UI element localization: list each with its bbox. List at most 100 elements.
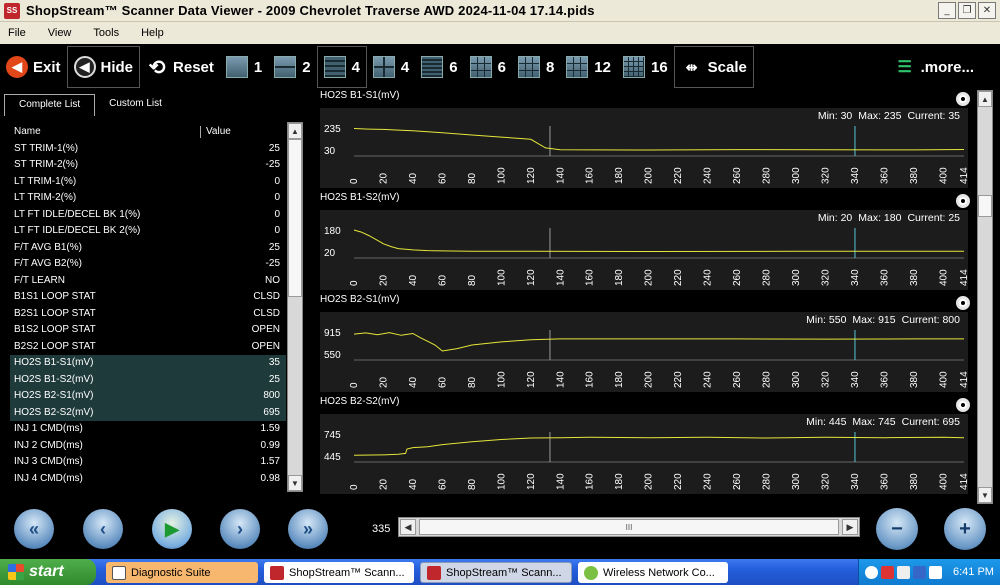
graph-options-icon[interactable] bbox=[956, 92, 970, 106]
x-tick-label: 140 bbox=[555, 473, 566, 490]
graph-scrollbar[interactable]: ▲ ▼ bbox=[977, 90, 993, 504]
menu-tools[interactable]: Tools bbox=[93, 27, 119, 39]
graph-panel[interactable]: HO2S B1-S2(mV) Min: 20 Max: 180 Current: 25… bbox=[310, 192, 975, 292]
pid-row[interactable]: HO2S B2-S2(mV) 695 bbox=[10, 404, 286, 421]
maximize-button[interactable]: ❐ bbox=[958, 2, 976, 19]
x-tick-label: 240 bbox=[703, 473, 714, 490]
pid-row[interactable]: B2S2 LOOP STAT OPEN bbox=[10, 338, 286, 355]
graph-scroll-down-arrow-icon[interactable]: ▼ bbox=[978, 487, 992, 503]
layout-2-button[interactable]: 2 bbox=[268, 46, 316, 88]
pid-row[interactable]: LT TRIM-2(%) 0 bbox=[10, 190, 286, 207]
tray-shield-icon[interactable] bbox=[913, 565, 926, 579]
layout-8-button[interactable]: 8 bbox=[512, 46, 560, 88]
pid-row[interactable]: ST TRIM-1(%) 25 bbox=[10, 140, 286, 157]
layout-16-button[interactable]: 16 bbox=[617, 46, 674, 88]
start-button[interactable]: start bbox=[0, 559, 96, 585]
pid-row[interactable]: INJ 4 CMD(ms) 0.98 bbox=[10, 470, 286, 487]
scale-button[interactable]: ⇹ Scale bbox=[673, 46, 754, 88]
graph-plot-area[interactable]: Min: 30 Max: 235 Current: 35 235 30 0 20 40 60 80… bbox=[320, 108, 968, 188]
x-tick-label: 400 bbox=[938, 269, 949, 286]
graph-panel[interactable]: HO2S B2-S1(mV) Min: 550 Max: 915 Current: 8… bbox=[310, 294, 975, 394]
pid-row[interactable]: LT TRIM-1(%) 0 bbox=[10, 173, 286, 190]
graph-options-icon[interactable] bbox=[956, 194, 970, 208]
pid-row[interactable]: F/T LEARN NO bbox=[10, 272, 286, 289]
pid-row[interactable]: ST TRIM-2(%) -25 bbox=[10, 157, 286, 174]
pid-row[interactable]: INJ 3 CMD(ms) 1.57 bbox=[10, 454, 286, 471]
reset-button[interactable]: ⟲ Reset bbox=[140, 46, 220, 88]
pid-row[interactable]: INJ 2 CMD(ms) 0.99 bbox=[10, 437, 286, 454]
scroll-down-arrow-icon[interactable]: ▼ bbox=[288, 475, 302, 491]
menu-file[interactable]: File bbox=[8, 27, 26, 39]
pid-row[interactable]: B2S1 LOOP STAT CLSD bbox=[10, 305, 286, 322]
rewind-icon[interactable]: « bbox=[14, 509, 54, 549]
fast-forward-icon[interactable]: » bbox=[288, 509, 328, 549]
task-shopstream-2[interactable]: ShopStream™ Scann... bbox=[420, 562, 572, 583]
task-shopstream-1[interactable]: ShopStream™ Scann... bbox=[264, 562, 414, 583]
pid-row[interactable]: F/T AVG B1(%) 25 bbox=[10, 239, 286, 256]
pid-name: F/T LEARN bbox=[14, 274, 65, 286]
close-button[interactable]: ✕ bbox=[978, 2, 996, 19]
graph-panel[interactable]: HO2S B2-S2(mV) Min: 445 Max: 745 Current: 6… bbox=[310, 396, 975, 496]
pid-value: 0 bbox=[274, 175, 280, 187]
pid-row[interactable]: B1S2 LOOP STAT OPEN bbox=[10, 322, 286, 339]
task-label: Diagnostic Suite bbox=[131, 566, 211, 579]
pid-row[interactable]: HO2S B1-S2(mV) 25 bbox=[10, 371, 286, 388]
task-diagnostic-suite[interactable]: Diagnostic Suite bbox=[106, 562, 258, 583]
layout-1-button[interactable]: 1 bbox=[220, 46, 268, 88]
pid-row[interactable]: HO2S B2-S1(mV) 800 bbox=[10, 387, 286, 404]
minimize-button[interactable]: _ bbox=[938, 2, 956, 19]
graph-plot-area[interactable]: Min: 20 Max: 180 Current: 25 180 20 0 20 40 60 80… bbox=[320, 210, 968, 290]
y-tick-label: 445 bbox=[324, 452, 341, 463]
menu-help[interactable]: Help bbox=[141, 27, 164, 39]
zoom-out-icon[interactable]: − bbox=[876, 508, 918, 550]
tray-alert-icon[interactable] bbox=[881, 565, 894, 579]
graph-scroll-up-arrow-icon[interactable]: ▲ bbox=[978, 91, 992, 107]
pid-name: F/T AVG B2(%) bbox=[14, 258, 82, 270]
x-tick-label: 20 bbox=[378, 172, 389, 184]
step-forward-icon[interactable]: › bbox=[220, 509, 260, 549]
layout-4-grid-button[interactable]: 4 bbox=[367, 46, 415, 88]
tray-volume-icon[interactable] bbox=[929, 565, 942, 579]
graph-title: HO2S B1-S2(mV) bbox=[320, 192, 400, 203]
graph-plot-area[interactable]: Min: 445 Max: 745 Current: 695 745 445 0 20 40 6… bbox=[320, 414, 968, 494]
play-icon[interactable]: ▶ bbox=[152, 509, 192, 549]
pid-row[interactable]: LT FT IDLE/DECEL BK 2(%) 0 bbox=[10, 223, 286, 240]
pid-row[interactable]: F/T AVG B2(%) -25 bbox=[10, 256, 286, 273]
pid-row[interactable]: HO2S B1-S1(mV) 35 bbox=[10, 354, 286, 371]
graph-panel[interactable]: HO2S B1-S1(mV) Min: 30 Max: 235 Current: 35… bbox=[310, 90, 975, 190]
frame-scrollbar[interactable]: ◀ III ▶ bbox=[398, 517, 860, 537]
hide-button[interactable]: ◀ Hide bbox=[66, 46, 141, 88]
zoom-in-icon[interactable]: + bbox=[944, 508, 986, 550]
pid-list-scroll-thumb[interactable] bbox=[288, 139, 302, 297]
frame-scroll-thumb[interactable]: III bbox=[419, 519, 839, 535]
pid-row[interactable]: B1S1 LOOP STAT CLSD bbox=[10, 289, 286, 306]
column-header-value[interactable]: Value bbox=[200, 126, 231, 137]
pid-row[interactable]: INJ 1 CMD(ms) 1.59 bbox=[10, 421, 286, 438]
x-tick-label: 360 bbox=[879, 269, 890, 286]
graph-plot-area[interactable]: Min: 550 Max: 915 Current: 800 915 550 0 20 40 6… bbox=[320, 312, 968, 392]
task-wireless-network[interactable]: Wireless Network Co... bbox=[578, 562, 728, 583]
graph-scroll-thumb[interactable] bbox=[978, 195, 992, 217]
menu-view[interactable]: View bbox=[48, 27, 72, 39]
exit-button[interactable]: ◀ Exit bbox=[0, 46, 67, 88]
more-label: .more... bbox=[920, 58, 974, 76]
task-label: ShopStream™ Scann... bbox=[289, 566, 405, 579]
layout-6-rows-button[interactable]: 6 bbox=[415, 46, 463, 88]
graph-options-icon[interactable] bbox=[956, 296, 970, 310]
more-button[interactable]: ☰ .more... bbox=[888, 46, 980, 88]
pid-row[interactable]: LT FT IDLE/DECEL BK 1(%) 0 bbox=[10, 206, 286, 223]
pid-list-scrollbar[interactable]: ▲ ▼ bbox=[287, 122, 303, 492]
column-header-name[interactable]: Name bbox=[14, 126, 41, 137]
frame-scroll-right-arrow-icon[interactable]: ▶ bbox=[842, 519, 858, 535]
tab-complete-list[interactable]: Complete List bbox=[4, 94, 96, 116]
step-back-icon[interactable]: ‹ bbox=[83, 509, 123, 549]
graph-options-icon[interactable] bbox=[956, 398, 970, 412]
frame-scroll-left-arrow-icon[interactable]: ◀ bbox=[400, 519, 416, 535]
layout-4-rows-button[interactable]: 4 bbox=[316, 46, 367, 88]
layout-12-button[interactable]: 12 bbox=[560, 46, 617, 88]
tab-custom-list[interactable]: Custom List bbox=[95, 94, 176, 116]
tray-expand-icon[interactable] bbox=[865, 565, 878, 579]
scroll-up-arrow-icon[interactable]: ▲ bbox=[288, 123, 302, 139]
tray-network-icon[interactable] bbox=[897, 565, 910, 579]
layout-6-grid-button[interactable]: 6 bbox=[464, 46, 512, 88]
